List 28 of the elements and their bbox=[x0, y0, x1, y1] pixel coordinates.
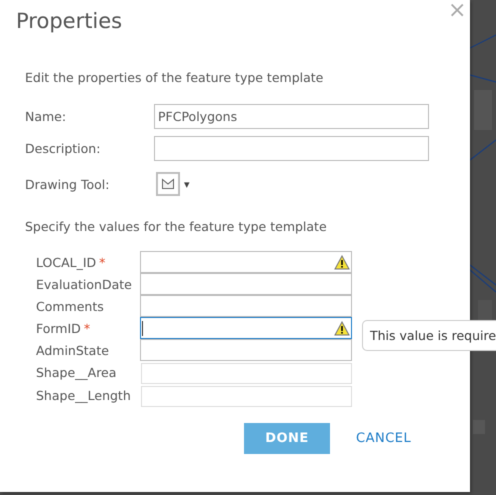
attribute-label: FormID * bbox=[36, 320, 92, 338]
attribute-label: Shape__Area bbox=[36, 364, 118, 382]
field-label: Drawing Tool: bbox=[25, 176, 110, 192]
attribute-label: EvaluationDate bbox=[36, 276, 133, 294]
field-label: Name: bbox=[25, 108, 68, 124]
text-field[interactable]: PFCPolygons bbox=[154, 104, 429, 128]
tooltip: This value is require bbox=[362, 320, 496, 351]
attribute-label: Shape__Length bbox=[36, 386, 132, 405]
attribute-label: LOCAL_ID * bbox=[36, 254, 106, 272]
intro-text: Edit the properties of the feature type template bbox=[25, 70, 324, 85]
dialog-title: Properties bbox=[16, 8, 122, 34]
attribute-field[interactable] bbox=[140, 339, 352, 361]
field-label: Description: bbox=[25, 140, 102, 156]
attribute-field[interactable] bbox=[140, 251, 352, 273]
warning-icon bbox=[334, 254, 350, 270]
attribute-field[interactable] bbox=[140, 295, 352, 317]
polygon-tool-icon[interactable] bbox=[156, 172, 180, 196]
attribute-field[interactable] bbox=[140, 273, 352, 295]
close-button[interactable]: × bbox=[444, 0, 470, 22]
attribute-label: Comments bbox=[36, 298, 105, 316]
warning-icon bbox=[334, 320, 350, 336]
dropdown-caret[interactable]: ▾ bbox=[184, 178, 190, 190]
attribute-label: AdminState bbox=[36, 342, 110, 360]
text-field[interactable] bbox=[154, 136, 429, 160]
done-button[interactable]: DONE bbox=[244, 423, 330, 454]
section-heading: Specify the values for the feature type template bbox=[25, 219, 327, 234]
cancel-button[interactable]: CANCEL bbox=[356, 431, 412, 446]
attribute-field[interactable] bbox=[140, 317, 352, 339]
